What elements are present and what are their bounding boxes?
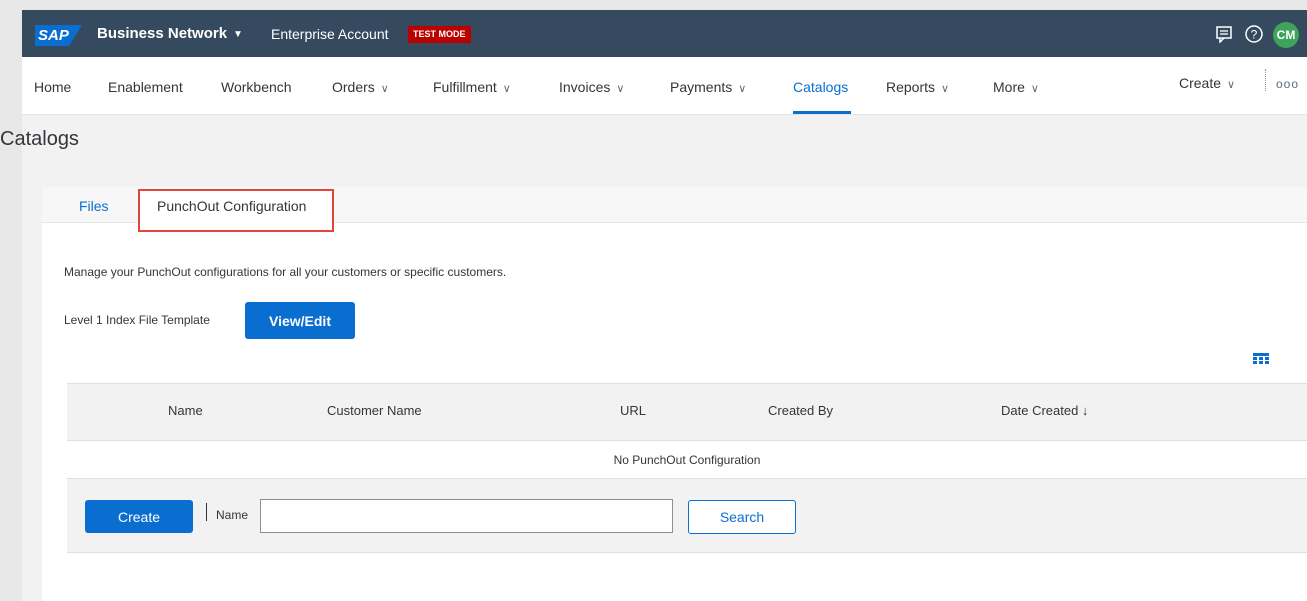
table-empty-row: No PunchOut Configuration bbox=[67, 441, 1307, 479]
page-description: Manage your PunchOut configurations for … bbox=[64, 265, 507, 279]
nav-payments-label: Payments bbox=[670, 79, 733, 95]
chevron-down-icon: ∨ bbox=[616, 83, 625, 95]
nav-orders-label: Orders bbox=[332, 79, 375, 95]
nav-payments[interactable]: Payments ∨ bbox=[670, 79, 746, 95]
nav-workbench-label: Workbench bbox=[221, 79, 292, 95]
nav-more[interactable]: More ∨ bbox=[993, 79, 1039, 95]
create-menu-label: Create bbox=[1179, 75, 1222, 91]
nav-workbench[interactable]: Workbench bbox=[221, 79, 292, 95]
column-header-url[interactable]: URL bbox=[620, 403, 646, 418]
nav-reports[interactable]: Reports ∨ bbox=[886, 79, 949, 95]
chevron-down-icon: ∨ bbox=[502, 83, 511, 95]
app-container: SAP Business Network ▼ Enterprise Account… bbox=[0, 10, 1307, 601]
nav-fulfillment[interactable]: Fulfillment ∨ bbox=[433, 79, 511, 95]
chevron-down-icon: ∨ bbox=[1227, 79, 1236, 91]
caret-down-icon: ▼ bbox=[233, 28, 243, 40]
template-label: Level 1 Index File Template bbox=[64, 313, 210, 327]
chevron-down-icon: ∨ bbox=[1030, 83, 1039, 95]
nav-catalogs-label: Catalogs bbox=[793, 79, 849, 95]
active-nav-indicator bbox=[793, 111, 851, 114]
test-mode-badge: TEST MODE bbox=[408, 26, 471, 43]
search-button[interactable]: Search bbox=[688, 500, 796, 534]
name-filter-label: Name bbox=[216, 508, 249, 522]
chevron-down-icon: ∨ bbox=[380, 83, 389, 95]
view-edit-button[interactable]: View/Edit bbox=[245, 302, 355, 339]
chevron-down-icon: ∨ bbox=[941, 83, 950, 95]
window-frame-left bbox=[0, 0, 22, 601]
page-title: Catalogs bbox=[0, 128, 79, 150]
chevron-down-icon: ∨ bbox=[738, 83, 747, 95]
nav-divider bbox=[1265, 69, 1266, 91]
create-menu[interactable]: Create ∨ bbox=[1179, 75, 1235, 91]
table-header: Name Customer Name URL Created By Date C… bbox=[67, 383, 1307, 441]
main-navigation: Home Enablement Workbench Orders ∨ Fulfil… bbox=[22, 57, 1307, 115]
window-frame-top bbox=[0, 0, 1307, 10]
overflow-menu-icon[interactable]: ooo bbox=[1276, 77, 1299, 91]
product-switcher[interactable]: Business Network ▼ bbox=[97, 25, 243, 42]
nav-orders[interactable]: Orders ∨ bbox=[332, 79, 389, 95]
tab-bar: Files PunchOut Configuration bbox=[42, 187, 1307, 232]
nav-invoices-label: Invoices bbox=[559, 79, 611, 95]
footer-separator bbox=[206, 503, 207, 521]
nav-reports-label: Reports bbox=[886, 79, 936, 95]
svg-text:?: ? bbox=[1251, 28, 1258, 42]
sap-logo[interactable]: SAP bbox=[35, 25, 82, 46]
account-name: Enterprise Account bbox=[271, 26, 389, 42]
nav-catalogs[interactable]: Catalogs bbox=[793, 79, 848, 95]
tab-punchout-configuration[interactable]: PunchOut Configuration bbox=[157, 198, 306, 214]
column-header-name[interactable]: Name bbox=[168, 403, 203, 418]
nav-home[interactable]: Home bbox=[34, 79, 71, 95]
table-footer: Create Name Search bbox=[67, 479, 1307, 553]
feedback-icon[interactable] bbox=[1213, 23, 1235, 45]
column-header-customer-name[interactable]: Customer Name bbox=[327, 403, 422, 418]
shell-bar: SAP Business Network ▼ Enterprise Account… bbox=[22, 10, 1307, 57]
column-header-created-by[interactable]: Created By bbox=[768, 403, 833, 418]
product-name: Business Network bbox=[97, 25, 228, 42]
create-button[interactable]: Create bbox=[85, 500, 193, 533]
nav-enablement-label: Enablement bbox=[108, 79, 183, 95]
name-filter-input[interactable] bbox=[260, 499, 673, 533]
tab-files[interactable]: Files bbox=[79, 198, 109, 214]
page-header: Catalogs bbox=[0, 115, 1307, 163]
user-avatar[interactable]: CM bbox=[1273, 22, 1299, 48]
nav-invoices[interactable]: Invoices ∨ bbox=[559, 79, 624, 95]
nav-more-label: More bbox=[993, 79, 1025, 95]
nav-enablement[interactable]: Enablement bbox=[108, 79, 183, 95]
help-icon[interactable]: ? bbox=[1243, 23, 1265, 45]
nav-fulfillment-label: Fulfillment bbox=[433, 79, 497, 95]
nav-home-label: Home bbox=[34, 79, 72, 95]
column-header-date-created[interactable]: Date Created ↓ bbox=[1001, 403, 1088, 418]
table-settings-icon[interactable] bbox=[1253, 352, 1269, 364]
empty-table-message: No PunchOut Configuration bbox=[613, 453, 761, 467]
